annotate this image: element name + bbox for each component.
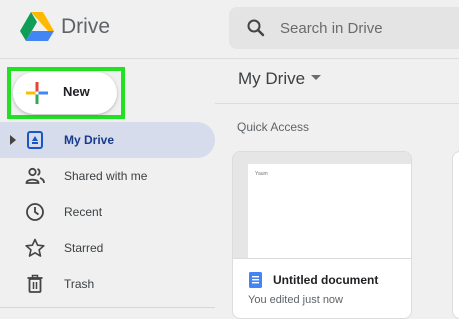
thumbnail-text: Yaum bbox=[255, 171, 268, 177]
clock-icon bbox=[26, 203, 44, 221]
expand-caret-icon[interactable] bbox=[10, 135, 16, 145]
sidebar-item-label: Starred bbox=[64, 241, 104, 255]
star-icon bbox=[25, 238, 45, 257]
new-button-label: New bbox=[63, 84, 90, 99]
plus-icon bbox=[26, 82, 48, 104]
google-docs-icon bbox=[249, 272, 262, 288]
main-divider bbox=[215, 103, 459, 104]
sidebar-item-my-drive[interactable]: My Drive bbox=[0, 122, 215, 158]
sidebar-item-label: Trash bbox=[64, 277, 95, 291]
search-icon[interactable] bbox=[246, 18, 266, 38]
sidebar-item-recent[interactable]: Recent bbox=[0, 194, 215, 230]
page-title[interactable]: My Drive bbox=[238, 69, 305, 89]
sidebar-divider bbox=[0, 307, 215, 308]
sidebar-item-label: Recent bbox=[64, 205, 103, 219]
file-modified-info: You edited just now bbox=[248, 294, 343, 306]
sidebar-item-trash[interactable]: Trash bbox=[0, 266, 215, 302]
sidebar-item-label: Shared with me bbox=[64, 169, 148, 183]
file-card[interactable]: Yaum Untitled document You edited just n… bbox=[232, 151, 412, 319]
document-preview bbox=[248, 164, 411, 258]
my-drive-icon bbox=[27, 131, 43, 149]
search-bar[interactable] bbox=[229, 7, 459, 49]
card-divider bbox=[233, 258, 411, 259]
header-divider bbox=[0, 58, 459, 59]
file-card-partial[interactable] bbox=[452, 151, 459, 319]
trash-icon bbox=[27, 274, 43, 293]
file-thumbnail[interactable]: Yaum bbox=[233, 152, 411, 258]
search-input[interactable] bbox=[280, 7, 459, 49]
chevron-down-icon[interactable] bbox=[311, 75, 321, 80]
file-name[interactable]: Untitled document bbox=[273, 273, 378, 287]
people-icon bbox=[25, 167, 45, 184]
app-title[interactable]: Drive bbox=[61, 15, 110, 39]
quick-access-heading: Quick Access bbox=[237, 120, 310, 134]
new-button[interactable]: New bbox=[13, 72, 117, 114]
sidebar-item-label: My Drive bbox=[64, 133, 115, 147]
sidebar-item-starred[interactable]: Starred bbox=[0, 230, 215, 266]
sidebar-item-shared-with-me[interactable]: Shared with me bbox=[0, 158, 215, 194]
google-drive-logo-icon[interactable] bbox=[20, 11, 54, 41]
top-bar: Drive bbox=[0, 0, 459, 58]
